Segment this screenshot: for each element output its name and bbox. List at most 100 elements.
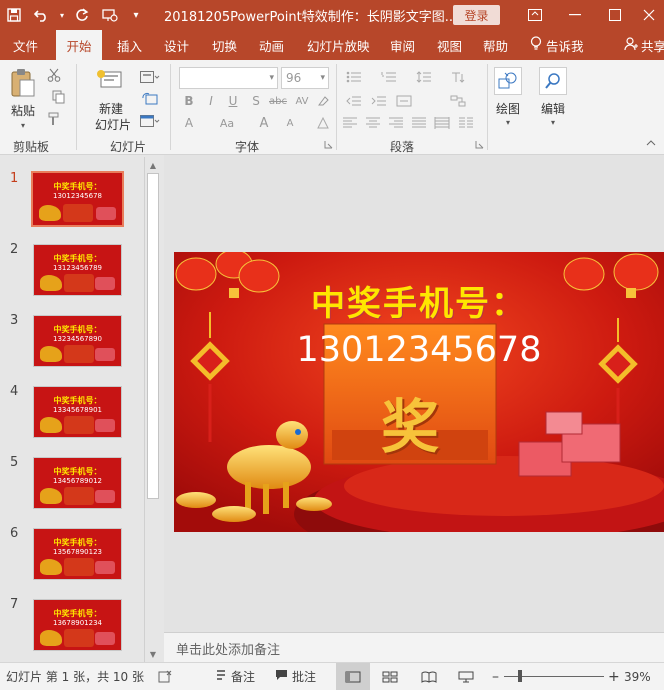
tab-help[interactable]: 帮助 (483, 30, 508, 60)
ribbon-display-options-icon[interactable] (516, 0, 554, 30)
distribute-icon[interactable] (431, 114, 453, 132)
zoom-level[interactable]: 39% (624, 663, 651, 690)
present-from-start-icon[interactable] (96, 0, 124, 30)
paste-icon[interactable] (8, 66, 38, 100)
new-slide-icon[interactable] (95, 66, 125, 98)
new-slide-label-2[interactable]: 幻灯片 (88, 116, 138, 133)
paste-dropdown-icon[interactable]: ▾ (16, 120, 30, 130)
character-spacing-button[interactable]: AV (292, 92, 312, 110)
scroll-up-icon[interactable]: ▲ (145, 158, 161, 172)
zoom-in-button[interactable]: + (608, 663, 620, 690)
new-slide-label[interactable]: 新建 (96, 100, 126, 117)
drawing-icon[interactable] (494, 67, 522, 95)
share-button[interactable]: 共享 (624, 30, 664, 60)
font-size-value: 96 (286, 71, 302, 85)
slide-thumbnail[interactable]: 中奖手机号： 13456789012 (33, 457, 122, 509)
text-direction-icon[interactable] (447, 68, 469, 86)
reset-icon[interactable] (138, 90, 162, 108)
login-button[interactable]: 登录 (453, 5, 500, 25)
tab-animations[interactable]: 动画 (259, 30, 284, 60)
format-painter-icon[interactable] (44, 110, 64, 128)
align-text-icon[interactable] (393, 92, 415, 110)
slide-thumbnail[interactable]: 中奖手机号： 13567890123 (33, 528, 122, 580)
tell-me-box[interactable]: 告诉我 (530, 30, 584, 60)
slide-thumbnail[interactable]: 中奖手机号： 13678901234 (33, 599, 122, 651)
accessibility-icon[interactable] (158, 663, 172, 690)
tab-insert[interactable]: 插入 (117, 30, 142, 60)
columns-icon[interactable] (455, 114, 477, 132)
layout-icon[interactable] (138, 68, 162, 86)
slide-thumbnail[interactable]: 中奖手机号： 13012345678 (31, 171, 124, 227)
font-size-select[interactable]: 96 ▾ (281, 67, 329, 89)
bold-button[interactable]: B (181, 92, 197, 110)
strikethrough-button[interactable]: abc (268, 92, 288, 110)
normal-view-icon[interactable] (336, 663, 370, 690)
comments-button[interactable]: 批注 (275, 663, 316, 690)
justify-icon[interactable] (408, 114, 430, 132)
underline-button[interactable]: U (225, 92, 241, 110)
font-family-select[interactable]: ▾ (179, 67, 278, 89)
copy-icon[interactable] (44, 88, 74, 106)
scrollbar-thumb[interactable] (147, 173, 159, 499)
font-color-button[interactable]: A (181, 114, 197, 132)
italic-button[interactable]: I (203, 92, 219, 110)
tab-design[interactable]: 设计 (164, 30, 189, 60)
close-icon[interactable] (634, 0, 664, 30)
line-spacing-icon[interactable] (413, 68, 435, 86)
editing-label[interactable]: 编辑 (538, 100, 568, 117)
maximize-icon[interactable] (596, 0, 634, 30)
clear-format-icon[interactable] (316, 92, 330, 110)
increase-font-button[interactable]: A (255, 114, 273, 132)
slide-phone-number[interactable]: 13012345678 (174, 330, 664, 370)
save-icon[interactable] (0, 0, 28, 30)
editing-dropdown-icon[interactable]: ▾ (546, 117, 560, 127)
tab-transitions[interactable]: 切换 (212, 30, 237, 60)
bullets-icon[interactable] (343, 68, 365, 86)
undo-icon[interactable] (28, 0, 56, 30)
align-right-icon[interactable] (385, 114, 407, 132)
decrease-font-button[interactable]: A (281, 114, 299, 132)
tab-file[interactable]: 文件 (13, 30, 38, 60)
zoom-out-button[interactable]: – (492, 663, 499, 690)
slide-thumbnail[interactable]: 中奖手机号： 13123456789 (33, 244, 122, 296)
tab-home[interactable]: 开始 (56, 30, 102, 60)
paste-label[interactable]: 粘贴 (8, 102, 38, 119)
slideshow-icon[interactable] (458, 663, 474, 690)
paragraph-dialog-launcher-icon[interactable] (473, 138, 485, 150)
align-center-icon[interactable] (362, 114, 384, 132)
slide-title[interactable]: 中奖手机号： (174, 276, 664, 325)
thumbnail-scrollbar[interactable]: ▲ ▼ (144, 157, 160, 662)
minimize-icon[interactable] (556, 0, 594, 30)
drawing-label[interactable]: 绘图 (493, 100, 523, 117)
scroll-down-icon[interactable]: ▼ (145, 647, 161, 661)
zoom-slider[interactable] (504, 663, 604, 690)
zoom-slider-thumb[interactable] (518, 670, 522, 682)
tab-review[interactable]: 审阅 (390, 30, 415, 60)
current-slide[interactable]: 中奖手机号： 13012345678 奖 (174, 252, 664, 532)
text-effects-icon[interactable] (316, 114, 330, 132)
redo-icon[interactable] (68, 0, 96, 30)
tab-view[interactable]: 视图 (437, 30, 462, 60)
decrease-indent-icon[interactable] (343, 92, 365, 110)
slide-sorter-icon[interactable] (382, 663, 398, 690)
change-case-button[interactable]: Aa (216, 114, 238, 132)
increase-indent-icon[interactable] (368, 92, 390, 110)
slide-thumbnail[interactable]: 中奖手机号： 13234567890 (33, 315, 122, 367)
collapse-ribbon-icon[interactable] (644, 136, 658, 148)
customize-toolbar-icon[interactable]: ▾ (124, 0, 148, 30)
undo-dropdown-icon[interactable]: ▾ (56, 0, 68, 30)
slide-thumbnail[interactable]: 中奖手机号： 13345678901 (33, 386, 122, 438)
cut-icon[interactable] (44, 66, 64, 84)
reading-view-icon[interactable] (421, 663, 437, 690)
editing-icon[interactable] (539, 67, 567, 95)
drawing-dropdown-icon[interactable]: ▾ (501, 117, 515, 127)
shadow-button[interactable]: S (248, 92, 264, 110)
font-dialog-launcher-icon[interactable] (322, 138, 334, 150)
notes-pane[interactable]: 单击此处添加备注 (164, 632, 664, 662)
notes-button[interactable]: 备注 (215, 663, 255, 690)
section-icon[interactable] (138, 112, 162, 130)
smartart-icon[interactable] (447, 92, 469, 110)
numbering-icon[interactable] (378, 68, 400, 86)
align-left-icon[interactable] (339, 114, 361, 132)
tab-slideshow[interactable]: 幻灯片放映 (307, 30, 370, 60)
